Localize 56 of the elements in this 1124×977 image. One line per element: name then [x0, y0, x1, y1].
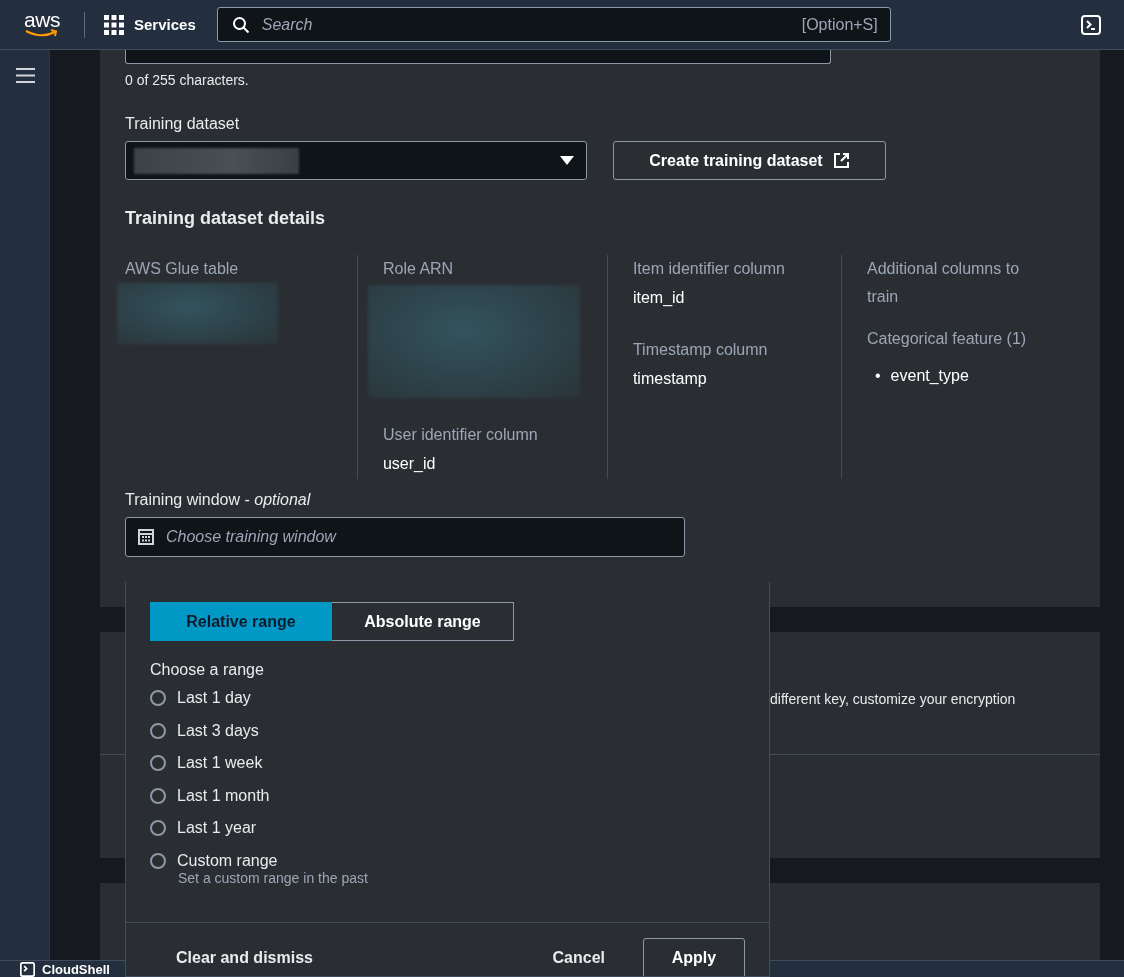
field-value: user_id — [382, 454, 437, 474]
radio-button[interactable] — [150, 755, 166, 772]
apply-button[interactable]: Apply — [643, 938, 745, 976]
field-label: Timestamp column — [632, 340, 769, 360]
services-menu[interactable]: Services — [134, 16, 196, 33]
caret-icon — [560, 156, 574, 165]
field-label: Choose a range — [150, 661, 265, 679]
bullet-marker: • — [874, 366, 881, 386]
field-value: timestamp — [632, 369, 708, 389]
range-tab[interactable]: Absolute range — [332, 602, 514, 641]
terminal-icon[interactable] — [1081, 14, 1101, 35]
option-description: Set a custom range in the past — [178, 870, 369, 886]
option-label[interactable]: Last 1 year — [177, 819, 257, 838]
radio-button[interactable] — [150, 852, 166, 869]
field-value: item_id — [632, 288, 686, 308]
create-dataset-button[interactable]: Create training dataset — [613, 141, 886, 180]
logo-text[interactable]: aws — [24, 11, 60, 29]
option-label[interactable]: Last 1 week — [177, 754, 263, 773]
field-label: Training dataset — [125, 115, 241, 133]
section-heading: Training dataset details — [125, 208, 327, 229]
cloudshell-link[interactable]: CloudShell — [42, 962, 110, 977]
menu-icon[interactable] — [16, 67, 35, 84]
character-counter: 0 of 255 characters. — [125, 72, 250, 88]
radio-button[interactable] — [150, 690, 166, 707]
cancel-button[interactable]: Cancel — [552, 949, 605, 967]
list-item: event_type — [890, 366, 969, 386]
grid-icon[interactable] — [104, 14, 124, 35]
date-range-field[interactable]: Choose training window — [125, 517, 685, 557]
dataset-select[interactable] — [125, 141, 587, 180]
option-label[interactable]: Custom range — [177, 851, 278, 870]
field-label: User identifier column — [382, 425, 539, 445]
encryption-description: different key, customize your encryption — [770, 691, 1016, 707]
search-icon — [231, 15, 250, 34]
calendar-icon — [138, 529, 154, 545]
field-label: Categorical feature (1) — [866, 329, 1028, 349]
shortcut-hint: [Option+S] — [801, 15, 878, 34]
field-label: Role ARN — [382, 259, 455, 279]
field-label: Item identifier column — [632, 259, 786, 279]
textarea-field[interactable] — [125, 50, 831, 64]
field-label: Training window - optional — [125, 491, 312, 509]
range-tab[interactable]: Relative range — [150, 602, 332, 641]
clear-button[interactable]: Clear and dismiss — [176, 949, 313, 967]
option-label[interactable]: Last 1 month — [177, 786, 270, 805]
smile-arrow-icon — [25, 29, 59, 38]
terminal-icon[interactable] — [20, 962, 35, 977]
search-input[interactable]: Search — [259, 14, 802, 35]
search-field[interactable]: Search [Option+S] — [216, 7, 891, 42]
field-label: AWS Glue table — [125, 259, 240, 279]
external-link-icon — [832, 152, 850, 169]
option-label[interactable]: Last 1 day — [177, 689, 251, 708]
radio-button[interactable] — [150, 787, 166, 804]
field-label: Additional columns to train — [866, 259, 1021, 307]
date-range-input[interactable]: Choose training window — [164, 527, 672, 547]
radio-button[interactable] — [150, 820, 166, 837]
option-label[interactable]: Last 3 days — [177, 721, 259, 740]
radio-button[interactable] — [150, 722, 166, 739]
